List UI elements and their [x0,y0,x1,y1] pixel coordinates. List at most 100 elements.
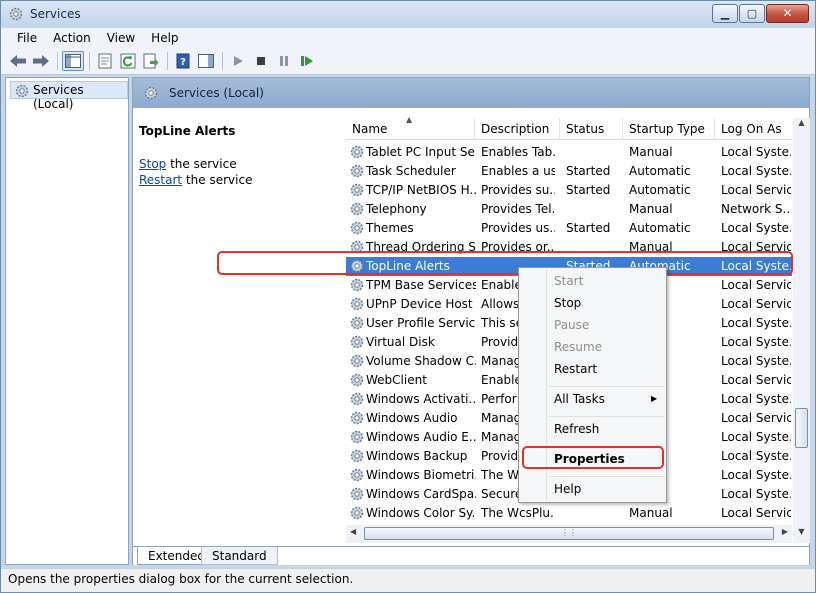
menu-item-pause[interactable]: Pause [554,318,589,332]
vertical-scrollbar[interactable]: ▲ ▼ [793,118,810,543]
menu-help[interactable]: Help [143,31,186,45]
menu-item-refresh[interactable]: Refresh [554,422,599,436]
minimize-button[interactable]: ▁ [712,4,738,23]
services-window: Services ▁ ▢ ✕ File Action View Help ? S… [0,0,816,593]
services-panel: Services (Local) TopLine Alerts Stop the… [132,77,810,565]
cell-log-on-as: Local Service [721,278,791,292]
cell-startup-type: Manual [629,506,673,520]
menu-item-start[interactable]: Start [554,274,583,288]
table-row[interactable]: Task Scheduler Enables a us... Started Auto… [346,162,792,181]
close-button[interactable]: ✕ [766,4,809,23]
help-toolbar-button[interactable]: ? [172,51,194,71]
properties-highlight [522,446,664,469]
title-bar[interactable]: Services ▁ ▢ ✕ [1,1,815,28]
cell-name: Windows Audio E... [366,430,476,444]
export-list-icon [143,53,159,69]
column-header-startup-type[interactable]: Startup Type [623,118,715,140]
view-tabs: Extended Standard [133,546,809,565]
service-gear-icon [350,449,364,463]
back-button[interactable] [7,51,29,71]
column-header-label: Log On As [721,122,782,136]
vertical-scroll-thumb[interactable] [795,408,808,448]
column-header-label: Status [566,122,605,136]
stop-service-button[interactable] [250,51,272,71]
start-service-button[interactable] [227,51,249,71]
stop-service-link[interactable]: Stop [139,157,166,171]
cell-log-on-as: Local Syste... [721,221,791,235]
services-gear-icon [9,7,23,21]
tree-item-services-local[interactable]: Services (Local) [10,81,128,111]
table-row[interactable]: TCP/IP NetBIOS H... Provides su... Started… [346,181,792,200]
cell-log-on-as: Local Service [721,373,791,387]
maximize-icon: ▢ [746,7,758,20]
service-gear-icon [350,145,364,159]
cell-description: Enables Tab... [481,145,555,159]
menu-bar: File Action View Help [1,28,815,48]
column-header-description[interactable]: Description [475,118,560,140]
cell-log-on-as: Local Syste... [721,468,791,482]
restart-service-link[interactable]: Restart [139,173,182,187]
column-header-name[interactable]: ▲ Name [346,115,475,140]
service-gear-icon [350,373,364,387]
column-header-status[interactable]: Status [560,118,623,140]
services-gear-icon [15,84,29,98]
show-action-pane-button[interactable] [195,51,217,71]
table-row[interactable]: Themes Provides us... Started Automatic Loca… [346,219,792,238]
column-header-log-on-as[interactable]: Log On As [715,118,792,140]
table-row[interactable]: Tablet PC Input Se... Enables Tab... Manua… [346,143,792,162]
refresh-toolbar-button[interactable] [117,51,139,71]
menu-item-restart[interactable]: Restart [554,362,597,376]
pause-icon [280,56,288,66]
play-icon [234,56,243,66]
cell-startup-type: Manual [629,202,673,216]
cell-name: Windows Backup [366,449,468,463]
cell-description: Enables a us... [481,164,555,178]
table-row[interactable]: Telephony Provides Tel... Manual Network S.… [346,200,792,219]
export-list-button[interactable] [140,51,162,71]
stop-line: Stop the service [139,157,339,171]
console-tree: Services (Local) [5,77,129,565]
service-gear-icon [350,297,364,311]
horizontal-scroll-thumb[interactable]: ⋮⋮ [364,527,774,540]
menu-file[interactable]: File [9,31,45,45]
scroll-right-icon[interactable]: ▶ [782,527,788,536]
restart-service-button[interactable] [296,51,318,71]
cell-name: TCP/IP NetBIOS H... [366,183,476,197]
scroll-down-icon[interactable]: ▼ [793,527,810,543]
menu-view[interactable]: View [99,31,143,45]
pause-service-button[interactable] [273,51,295,71]
cell-log-on-as: Local Syste... [721,392,791,406]
maximize-button[interactable]: ▢ [739,4,765,23]
cell-status: Started [566,164,611,178]
cell-name: Task Scheduler [366,164,456,178]
show-hide-console-tree-button[interactable] [62,51,84,71]
scroll-left-icon[interactable]: ◀ [350,527,356,536]
properties-page-icon [98,53,112,69]
table-row[interactable]: Windows Color Sy... The WcsPlu... Manual Lo… [346,504,792,523]
scroll-up-icon[interactable]: ▲ [793,118,810,134]
menu-item-stop[interactable]: Stop [554,296,581,310]
window-title: Services [30,7,81,21]
cell-name: WebClient [366,373,427,387]
cell-startup-type: Automatic [629,183,691,197]
forward-arrow-icon [33,55,49,67]
menu-item-resume[interactable]: Resume [554,340,602,354]
cell-description: Provides su... [481,183,555,197]
cell-status: Started [566,221,611,235]
cell-name: Virtual Disk [366,335,435,349]
menu-item-all-tasks[interactable]: All Tasks [554,392,605,406]
list-header: ▲ Name Description Status Startup Type L… [346,115,792,140]
restart-line: Restart the service [139,173,339,187]
menu-item-help[interactable]: Help [554,482,581,496]
tab-standard[interactable]: Standard [201,547,278,565]
forward-button[interactable] [30,51,52,71]
cell-description: The WcsPlu... [481,506,555,520]
toolbar-separator [167,52,168,70]
horizontal-scrollbar[interactable]: ◀ ⋮⋮ ▶ [346,525,792,543]
restart-suffix: the service [182,173,253,187]
menu-action[interactable]: Action [45,31,99,45]
service-gear-icon [350,411,364,425]
cell-name: User Profile Service [366,316,476,330]
properties-toolbar-button[interactable] [94,51,116,71]
toolbar-separator [57,52,58,70]
